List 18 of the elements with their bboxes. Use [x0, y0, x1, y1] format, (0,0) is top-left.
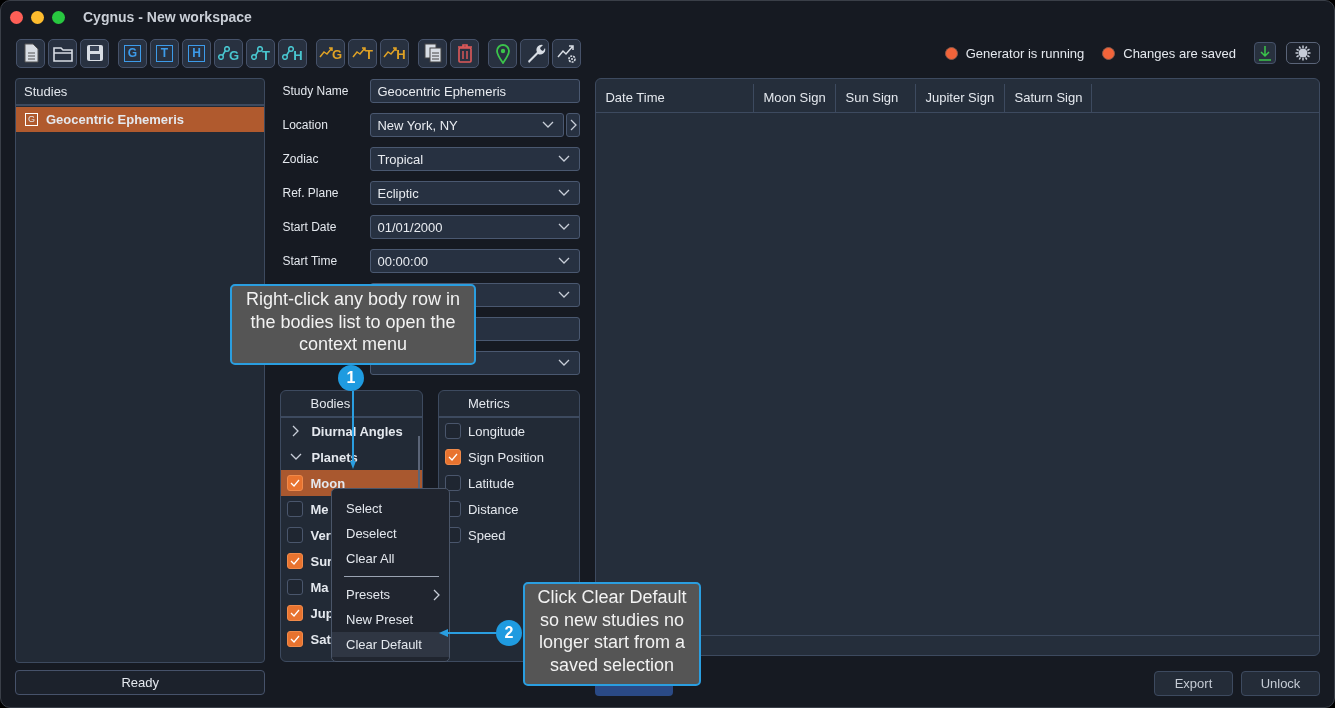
window-title: Cygnus - New workspace — [83, 9, 252, 25]
panel-title: Metrics — [439, 391, 580, 418]
status-label: Changes are saved — [1123, 45, 1236, 61]
panel-title: Bodies — [281, 391, 422, 418]
field-label: Start Time — [281, 254, 339, 268]
hint-tooltip: Click Clear Default so new studies no longer start from a saved selection — [523, 582, 701, 686]
step-number: 1 — [338, 365, 364, 391]
field-label: Start Date — [281, 220, 338, 234]
letter-box-icon: G — [124, 44, 141, 62]
field-label: Zodiac — [281, 152, 320, 166]
letter-box-icon: T — [156, 44, 173, 62]
letter-box-icon: H — [188, 44, 205, 62]
hint-tooltip: Right-click any body row in the bodies list to open the context menu — [230, 284, 476, 365]
field-label: Location — [281, 118, 329, 132]
field-label: Study Name — [281, 84, 350, 98]
study-type-icon: G — [25, 113, 38, 126]
field-label: Ref. Plane — [281, 186, 340, 200]
status-label: Generator is running — [965, 45, 1085, 61]
